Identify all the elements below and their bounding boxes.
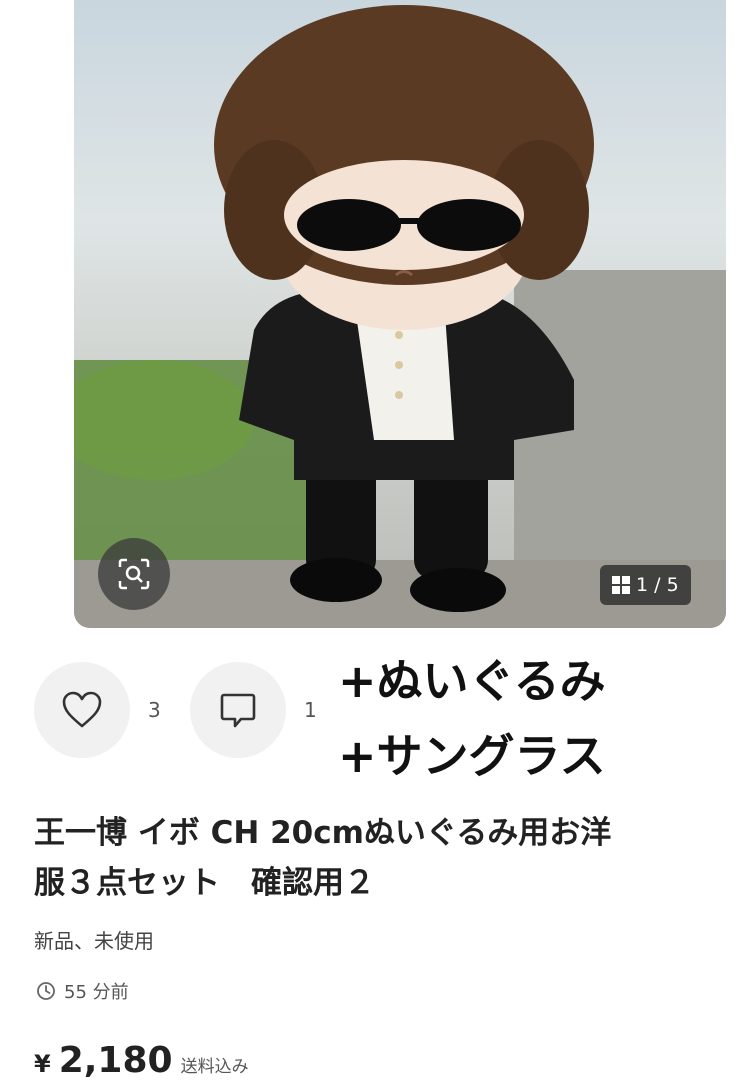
shipping-label: 送料込み xyxy=(180,1057,249,1077)
item-condition: 新品、未使用 xyxy=(34,929,154,953)
heart-icon xyxy=(62,691,102,728)
item-title-line-1: 王一博 イボ CH 20cmぬいぐるみ用お洋 xyxy=(34,815,612,851)
like-count: 3 xyxy=(148,698,161,722)
currency-symbol: ¥ xyxy=(34,1050,51,1078)
zoom-scan-icon xyxy=(118,558,150,590)
price-row: ¥ 2,180 送料込み xyxy=(34,1040,249,1081)
comment-button[interactable] xyxy=(190,662,286,758)
like-button[interactable] xyxy=(34,662,130,758)
item-price: 2,180 xyxy=(58,1040,173,1081)
comment-count: 1 xyxy=(304,698,317,722)
posted-time: 55 分前 xyxy=(36,978,129,1004)
image-counter[interactable]: 1 / 5 xyxy=(600,565,691,605)
posted-time-label: 55 分前 xyxy=(64,982,129,1003)
clock-icon xyxy=(37,982,55,1000)
item-title: 王一博 イボ CH 20cmぬいぐるみ用お洋 服３点セット 確認用２ xyxy=(34,808,750,908)
image-counter-label: 1 / 5 xyxy=(636,574,679,596)
overlay-text-plush: +ぬいぐるみ xyxy=(338,654,606,708)
grid-icon xyxy=(612,576,630,594)
comment-icon xyxy=(220,693,256,728)
overlay-text-sunglasses: +サングラス xyxy=(338,729,606,783)
zoom-button[interactable] xyxy=(98,538,170,610)
item-title-line-2: 服３点セット 確認用２ xyxy=(34,865,375,901)
product-photo[interactable] xyxy=(74,0,726,628)
doll-illustration xyxy=(74,5,726,628)
